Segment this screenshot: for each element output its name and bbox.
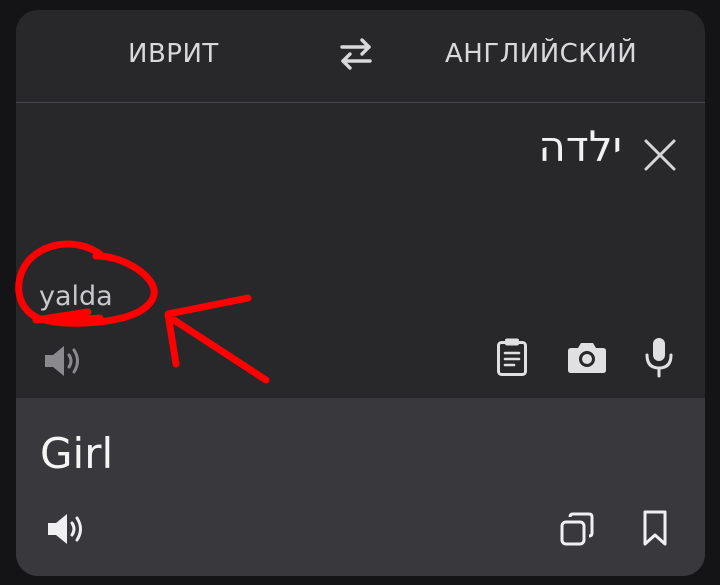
translation-result[interactable]: Girl — [40, 430, 113, 478]
language-bar: ИВРИТ АНГЛИЙСКИЙ — [16, 10, 705, 103]
source-language-button[interactable]: ИВРИТ — [128, 10, 219, 102]
clipboard-icon[interactable] — [496, 337, 528, 377]
bookmark-icon[interactable] — [642, 509, 668, 547]
translator-card: ИВРИТ АНГЛИЙСКИЙ ילדה yalda Girl — [16, 10, 705, 576]
translation-output-panel: Girl — [16, 398, 705, 576]
transliteration-text: yalda — [39, 281, 113, 312]
copy-icon[interactable] — [559, 511, 595, 547]
microphone-icon[interactable] — [643, 336, 675, 378]
target-language-button[interactable]: АНГЛИЙСКИЙ — [445, 10, 637, 102]
source-text[interactable]: ילדה — [538, 123, 622, 171]
speaker-icon[interactable] — [43, 343, 85, 379]
camera-icon[interactable] — [567, 340, 607, 374]
close-icon[interactable] — [643, 138, 677, 172]
speaker-icon[interactable] — [46, 511, 90, 547]
source-input-area[interactable]: ילדה yalda — [16, 103, 705, 396]
swap-arrows-icon[interactable] — [338, 37, 374, 71]
